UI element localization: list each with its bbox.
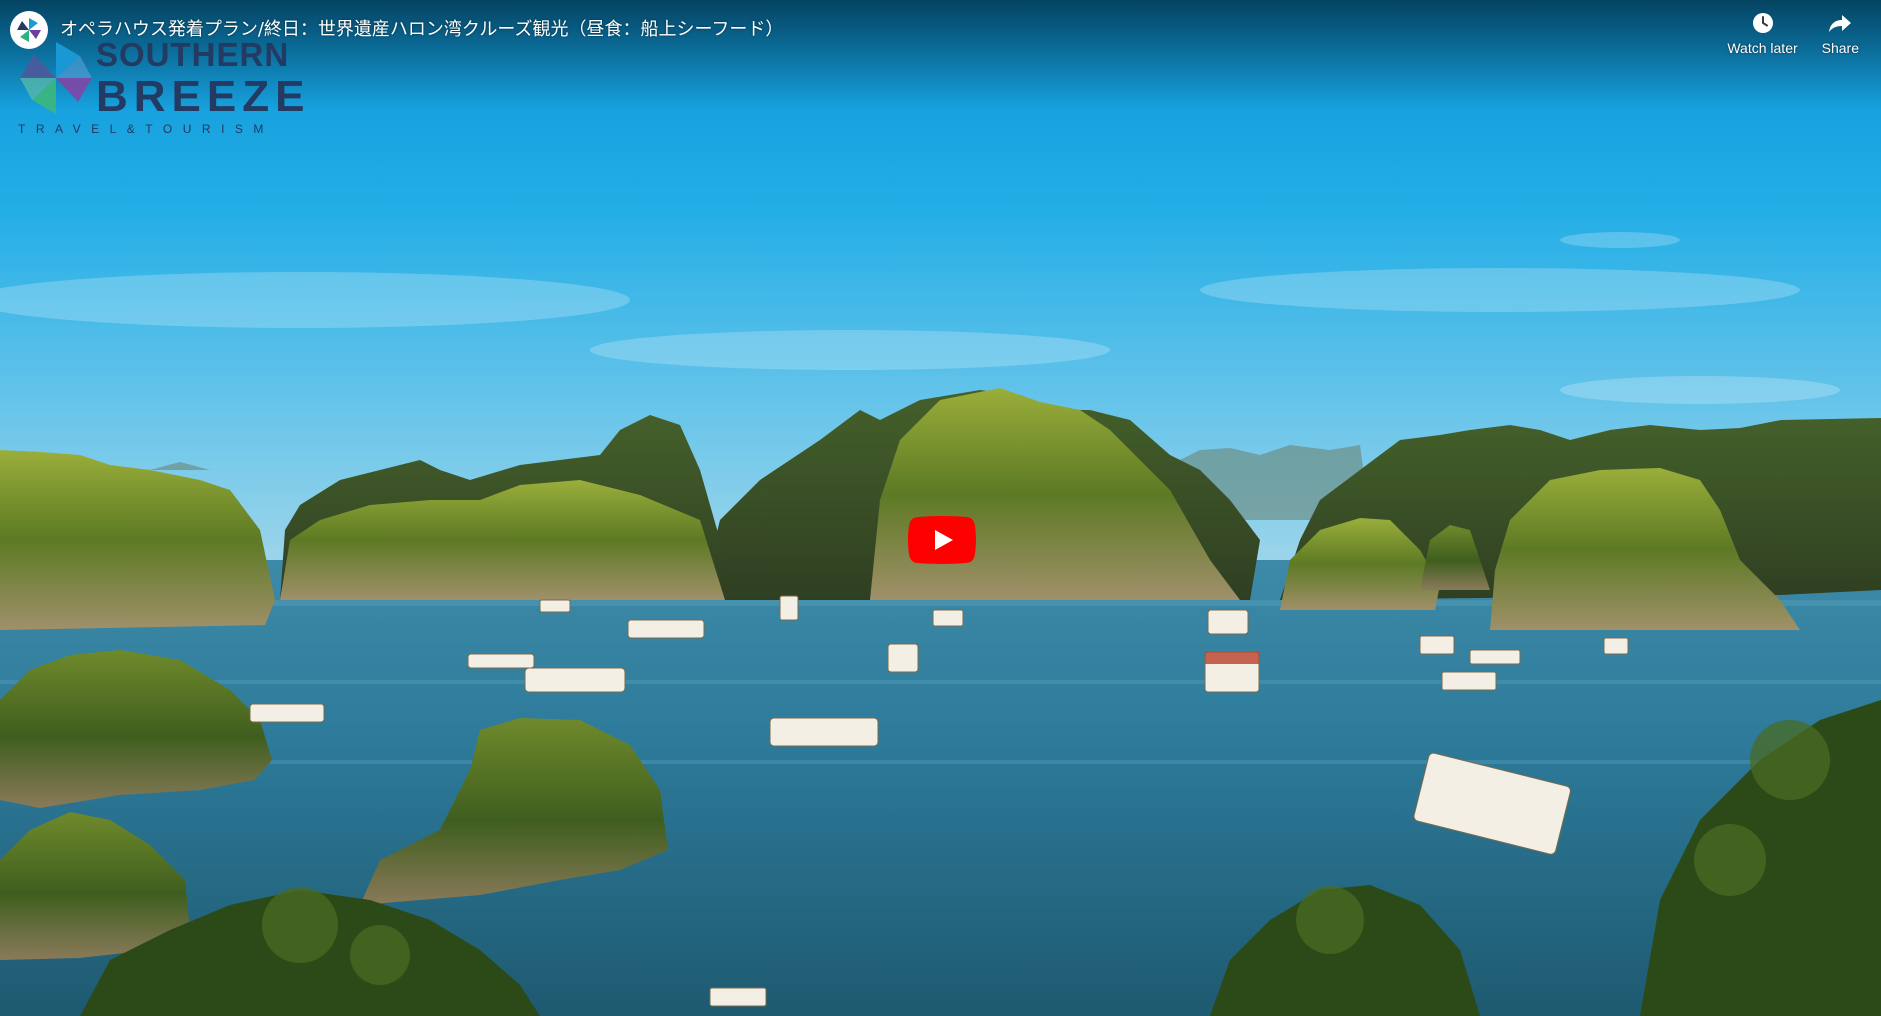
- video-thumbnail[interactable]: [0, 0, 1881, 1016]
- watch-later-label: Watch later: [1727, 40, 1798, 56]
- clock-icon: [1750, 10, 1776, 36]
- share-arrow-icon: [1827, 10, 1853, 36]
- play-button[interactable]: [908, 516, 976, 564]
- brand-name-line1: SOUTHERN: [96, 36, 290, 73]
- brand-name-line2: BREEZE: [96, 72, 311, 121]
- share-label: Share: [1821, 40, 1859, 56]
- watch-later-button[interactable]: Watch later: [1727, 10, 1798, 56]
- share-button[interactable]: Share: [1822, 10, 1859, 56]
- youtube-play-icon: [908, 516, 976, 564]
- pinwheel-brand-icon: [20, 42, 92, 114]
- brand-logo: SOUTHERN BREEZE TRAVEL&TOURISM: [18, 36, 304, 140]
- top-actions: Watch later Share: [1727, 10, 1859, 56]
- video-player[interactable]: オペラハウス発着プラン/終日：世界遺産ハロン湾クルーズ観光（昼食：船上シーフード…: [0, 0, 1881, 1016]
- brand-tagline: TRAVEL&TOURISM: [18, 122, 274, 136]
